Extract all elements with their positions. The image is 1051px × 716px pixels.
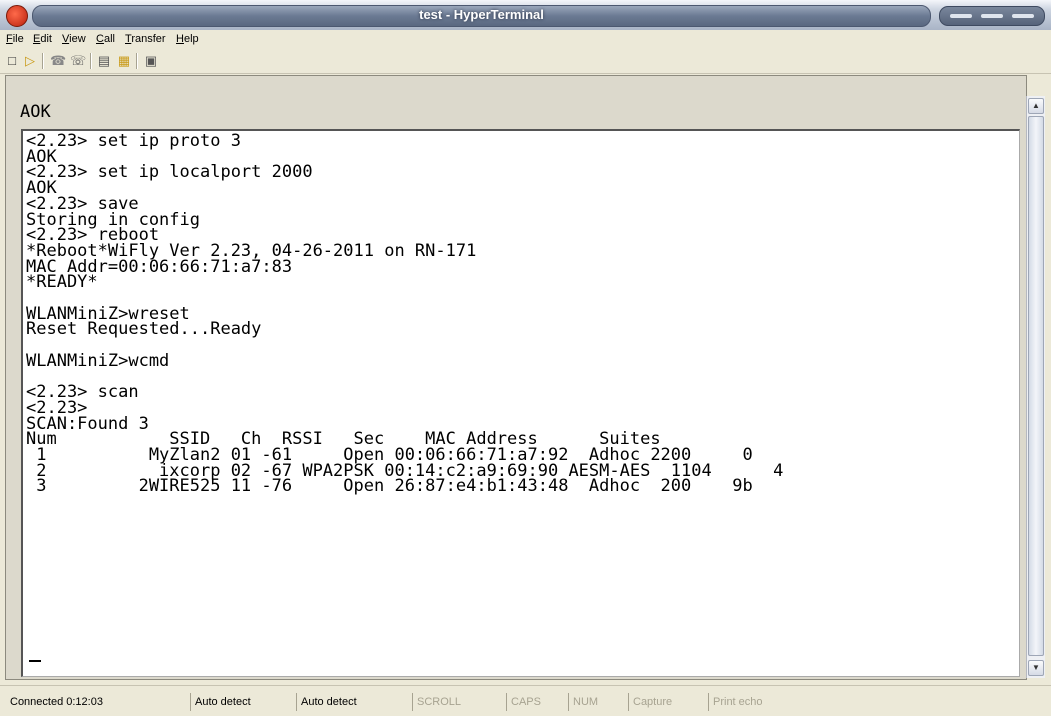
minimize-button[interactable]	[950, 14, 972, 18]
terminal-screen[interactable]: <2.23> set ip proto 3 AOK <2.23> set ip …	[21, 129, 1020, 677]
menu-help[interactable]: Help	[176, 33, 199, 45]
menu-transfer[interactable]: Transfer	[125, 33, 166, 45]
status-print-echo: Print echo	[708, 693, 808, 711]
terminal-echo-line: AOK	[20, 102, 51, 122]
status-bar: Connected 0:12:03 Auto detect Auto detec…	[0, 685, 1051, 716]
toolbar-separator	[42, 53, 44, 69]
status-auto-detect-1: Auto detect	[190, 693, 292, 711]
open-icon[interactable]: ▷	[22, 53, 38, 69]
maximize-button[interactable]	[981, 14, 1003, 18]
menu-bar: File Edit View Call Transfer Help	[0, 30, 1051, 49]
toolbar: □ ▷ ☎ ☏ ▤ ▦ ▣	[0, 49, 1051, 74]
receive-icon[interactable]: ▦	[116, 53, 132, 69]
disconnect-icon[interactable]: ☏	[70, 53, 86, 69]
menu-call[interactable]: Call	[96, 33, 115, 45]
scroll-up-arrow-icon[interactable]: ▲	[1028, 98, 1044, 114]
text-cursor	[29, 660, 41, 662]
status-scroll: SCROLL	[412, 693, 502, 711]
terminal-output: <2.23> set ip proto 3 AOK <2.23> set ip …	[26, 131, 784, 497]
send-icon[interactable]: ▤	[96, 53, 112, 69]
status-capture: Capture	[628, 693, 706, 711]
window-controls	[939, 6, 1045, 26]
toolbar-separator	[136, 53, 138, 69]
properties-icon[interactable]: ▣	[143, 53, 159, 69]
menu-view[interactable]: View	[62, 33, 86, 45]
scroll-down-arrow-icon[interactable]: ▼	[1028, 660, 1044, 676]
new-connection-icon[interactable]: □	[4, 53, 20, 69]
status-caps: CAPS	[506, 693, 566, 711]
title-bar: test - HyperTerminal	[0, 0, 1051, 31]
hyperterminal-app-icon[interactable]	[6, 5, 28, 27]
menu-file[interactable]: File	[6, 33, 24, 45]
title-pill: test - HyperTerminal	[32, 5, 931, 27]
connect-icon[interactable]: ☎	[50, 53, 66, 69]
status-num: NUM	[568, 693, 626, 711]
status-connected: Connected 0:12:03	[10, 696, 103, 708]
scrollbar-thumb[interactable]	[1028, 116, 1044, 656]
vertical-scrollbar[interactable]: ▲ ▼	[1026, 96, 1045, 678]
status-auto-detect-2: Auto detect	[296, 693, 406, 711]
window-title: test - HyperTerminal	[419, 7, 544, 22]
toolbar-separator	[90, 53, 92, 69]
menu-edit[interactable]: Edit	[33, 33, 52, 45]
close-button[interactable]	[1012, 14, 1034, 18]
